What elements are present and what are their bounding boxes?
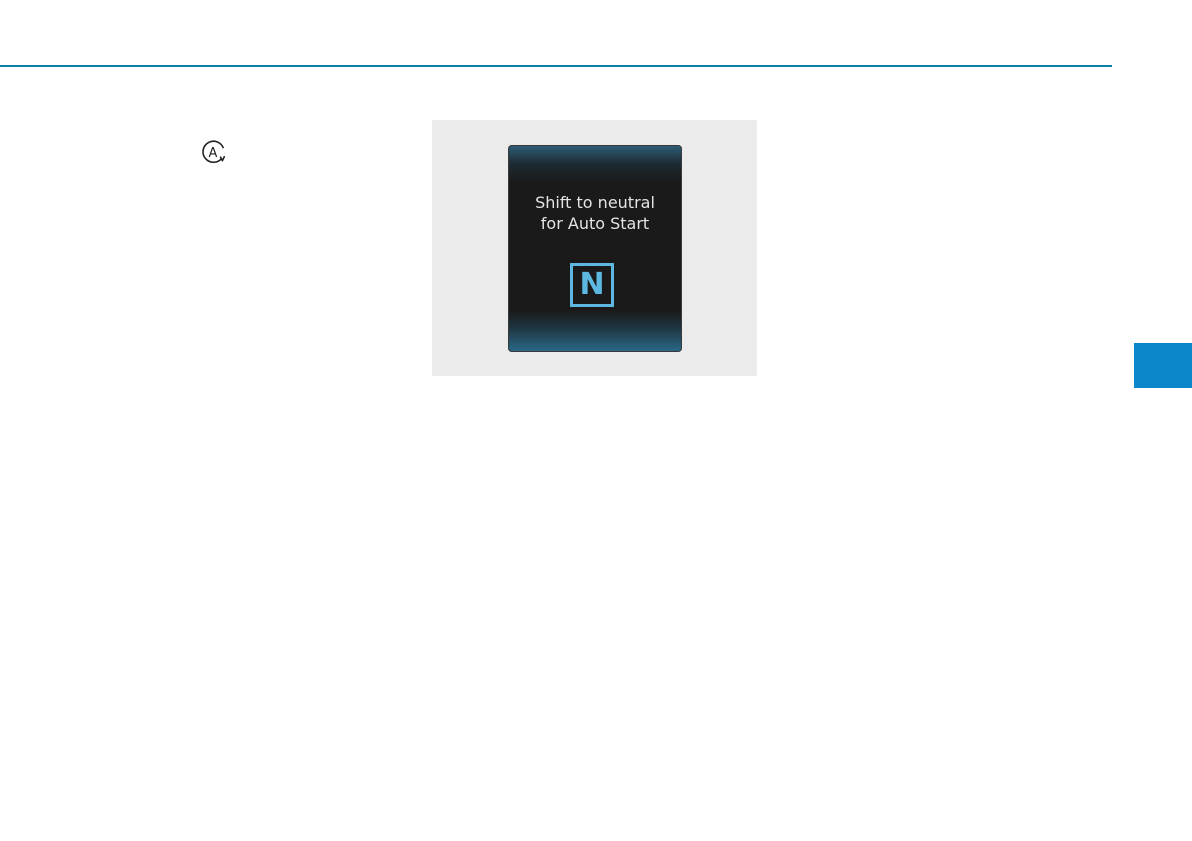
instrument-cluster-display: Shift to neutral for Auto Start N [508, 145, 682, 352]
message-line-2: for Auto Start [540, 214, 650, 233]
auto-stop-indicator-icon: A [202, 140, 226, 163]
message-line-1: Shift to neutral [535, 193, 655, 212]
chapter-tab [1134, 343, 1192, 388]
svg-text:A: A [209, 146, 218, 161]
neutral-gear-indicator: N [570, 263, 614, 307]
figure-shift-to-neutral: Shift to neutral for Auto Start N [432, 120, 757, 376]
header-rule [0, 65, 1112, 67]
cluster-message: Shift to neutral for Auto Start [508, 192, 682, 234]
